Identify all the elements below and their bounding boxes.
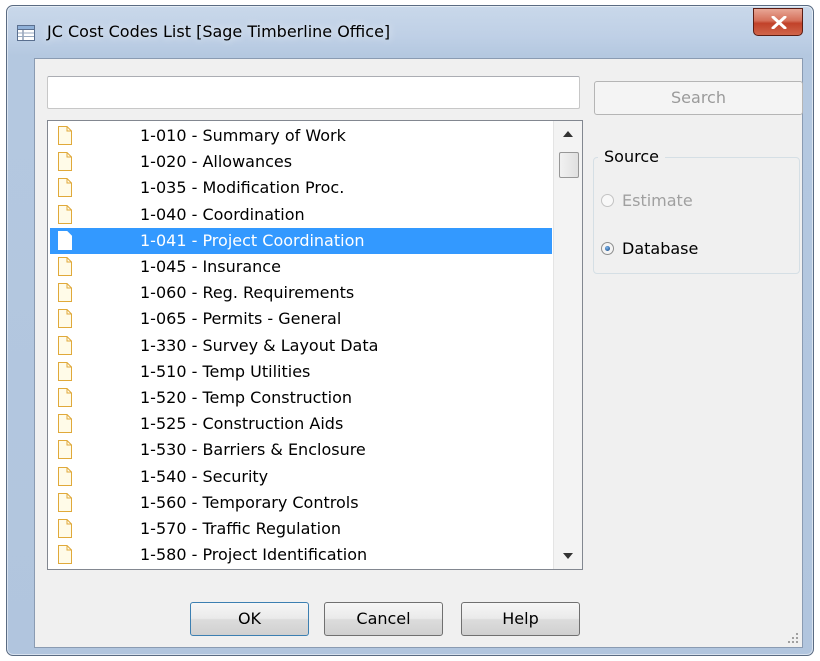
list-item-label: 1-060 - Reg. Requirements: [140, 283, 355, 303]
close-icon: [771, 16, 787, 29]
document-icon: [58, 440, 72, 460]
document-icon: [58, 152, 72, 172]
document-icon: [58, 126, 72, 145]
list-item[interactable]: 1-540 - Security: [50, 464, 552, 490]
document-icon: [58, 178, 72, 198]
list-item[interactable]: 1-520 - Temp Construction: [50, 385, 552, 411]
document-icon: [58, 361, 72, 381]
list-item[interactable]: 1-560 - Temporary Controls: [50, 490, 552, 516]
document-icon: [58, 230, 72, 250]
list-item[interactable]: 1-060 - Reg. Requirements: [50, 280, 552, 306]
document-icon: [58, 204, 72, 224]
list-item-label: 1-330 - Survey & Layout Data: [140, 335, 379, 355]
table-list-icon: [17, 25, 35, 41]
list-item[interactable]: 1-570 - Traffic Regulation: [50, 516, 552, 542]
list-item-label: 1-525 - Construction Aids: [140, 414, 344, 434]
dialog-window: JC Cost Codes List [Sage Timberline Offi…: [6, 5, 814, 656]
scroll-down-arrow-icon[interactable]: [563, 553, 573, 559]
document-icon: [58, 492, 72, 512]
document-icon: [58, 309, 72, 329]
document-icon: [58, 257, 72, 276]
list-item[interactable]: 1-035 - Modification Proc.: [50, 175, 552, 201]
radio-button-selected-icon: [601, 242, 614, 255]
list-item[interactable]: 1-065 - Permits - General: [50, 306, 552, 332]
list-item[interactable]: 1-530 - Barriers & Enclosure: [50, 437, 552, 463]
list-item-label: 1-510 - Temp Utilities: [140, 361, 311, 381]
scroll-up-arrow-icon[interactable]: [563, 131, 573, 137]
list-item-label: 1-040 - Coordination: [140, 204, 305, 224]
cancel-button[interactable]: Cancel: [324, 602, 443, 636]
document-icon: [58, 466, 72, 486]
list-item[interactable]: 1-330 - Survey & Layout Data: [50, 333, 552, 359]
resize-grip-icon[interactable]: [787, 632, 799, 644]
list-item[interactable]: 1-525 - Construction Aids: [50, 411, 552, 437]
scroll-thumb[interactable]: [559, 152, 579, 178]
vertical-scrollbar[interactable]: [553, 121, 582, 569]
search-button[interactable]: Search: [594, 81, 803, 115]
list-item-label: 1-010 - Summary of Work: [140, 126, 346, 145]
document-icon: [58, 335, 72, 355]
list-item[interactable]: 1-041 - Project Coordination: [50, 227, 552, 254]
list-item-label: 1-065 - Permits - General: [140, 309, 342, 329]
list-item[interactable]: 1-510 - Temp Utilities: [50, 359, 552, 385]
list-item-label: 1-580 - Project Identification: [140, 545, 368, 565]
list-item-label: 1-020 - Allowances: [140, 152, 293, 172]
title-bar[interactable]: JC Cost Codes List [Sage Timberline Offi…: [7, 6, 813, 58]
list-item[interactable]: 1-020 - Allowances: [50, 149, 552, 175]
document-icon: [58, 545, 72, 565]
list-item[interactable]: 1-580 - Project Identification: [50, 542, 552, 568]
source-group-label: Source: [598, 147, 665, 166]
document-icon: [58, 283, 72, 303]
close-button[interactable]: [753, 8, 803, 36]
window-title: JC Cost Codes List [Sage Timberline Offi…: [47, 22, 391, 41]
list-item[interactable]: 1-010 - Summary of Work: [50, 123, 552, 149]
document-icon: [58, 519, 72, 538]
help-button[interactable]: Help: [461, 602, 580, 636]
list-item-label: 1-560 - Temporary Controls: [140, 492, 359, 512]
list-item-label: 1-045 - Insurance: [140, 257, 281, 276]
list-item-label: 1-035 - Modification Proc.: [140, 178, 345, 198]
list-item-label: 1-041 - Project Coordination: [140, 230, 365, 250]
list-item-label: 1-540 - Security: [140, 466, 269, 486]
dialog-client-area: Search 1-010 - Summary of Work 1-020 - Al…: [34, 58, 803, 648]
list-item-label: 1-570 - Traffic Regulation: [140, 519, 342, 538]
radio-button-icon: [601, 194, 614, 207]
list-item-label: 1-530 - Barriers & Enclosure: [140, 440, 366, 460]
list-item[interactable]: 1-040 - Coordination: [50, 202, 552, 228]
estimate-radio-label: Estimate: [622, 191, 693, 210]
list-item[interactable]: 1-045 - Insurance: [50, 254, 552, 280]
list-item-label: 1-520 - Temp Construction: [140, 388, 353, 407]
document-icon: [58, 414, 72, 434]
ok-button[interactable]: OK: [190, 602, 309, 636]
database-radio-label: Database: [622, 239, 699, 258]
document-icon: [58, 388, 72, 407]
search-input[interactable]: [47, 76, 580, 109]
cost-codes-list[interactable]: 1-010 - Summary of Work 1-020 - Allowance…: [47, 120, 583, 570]
